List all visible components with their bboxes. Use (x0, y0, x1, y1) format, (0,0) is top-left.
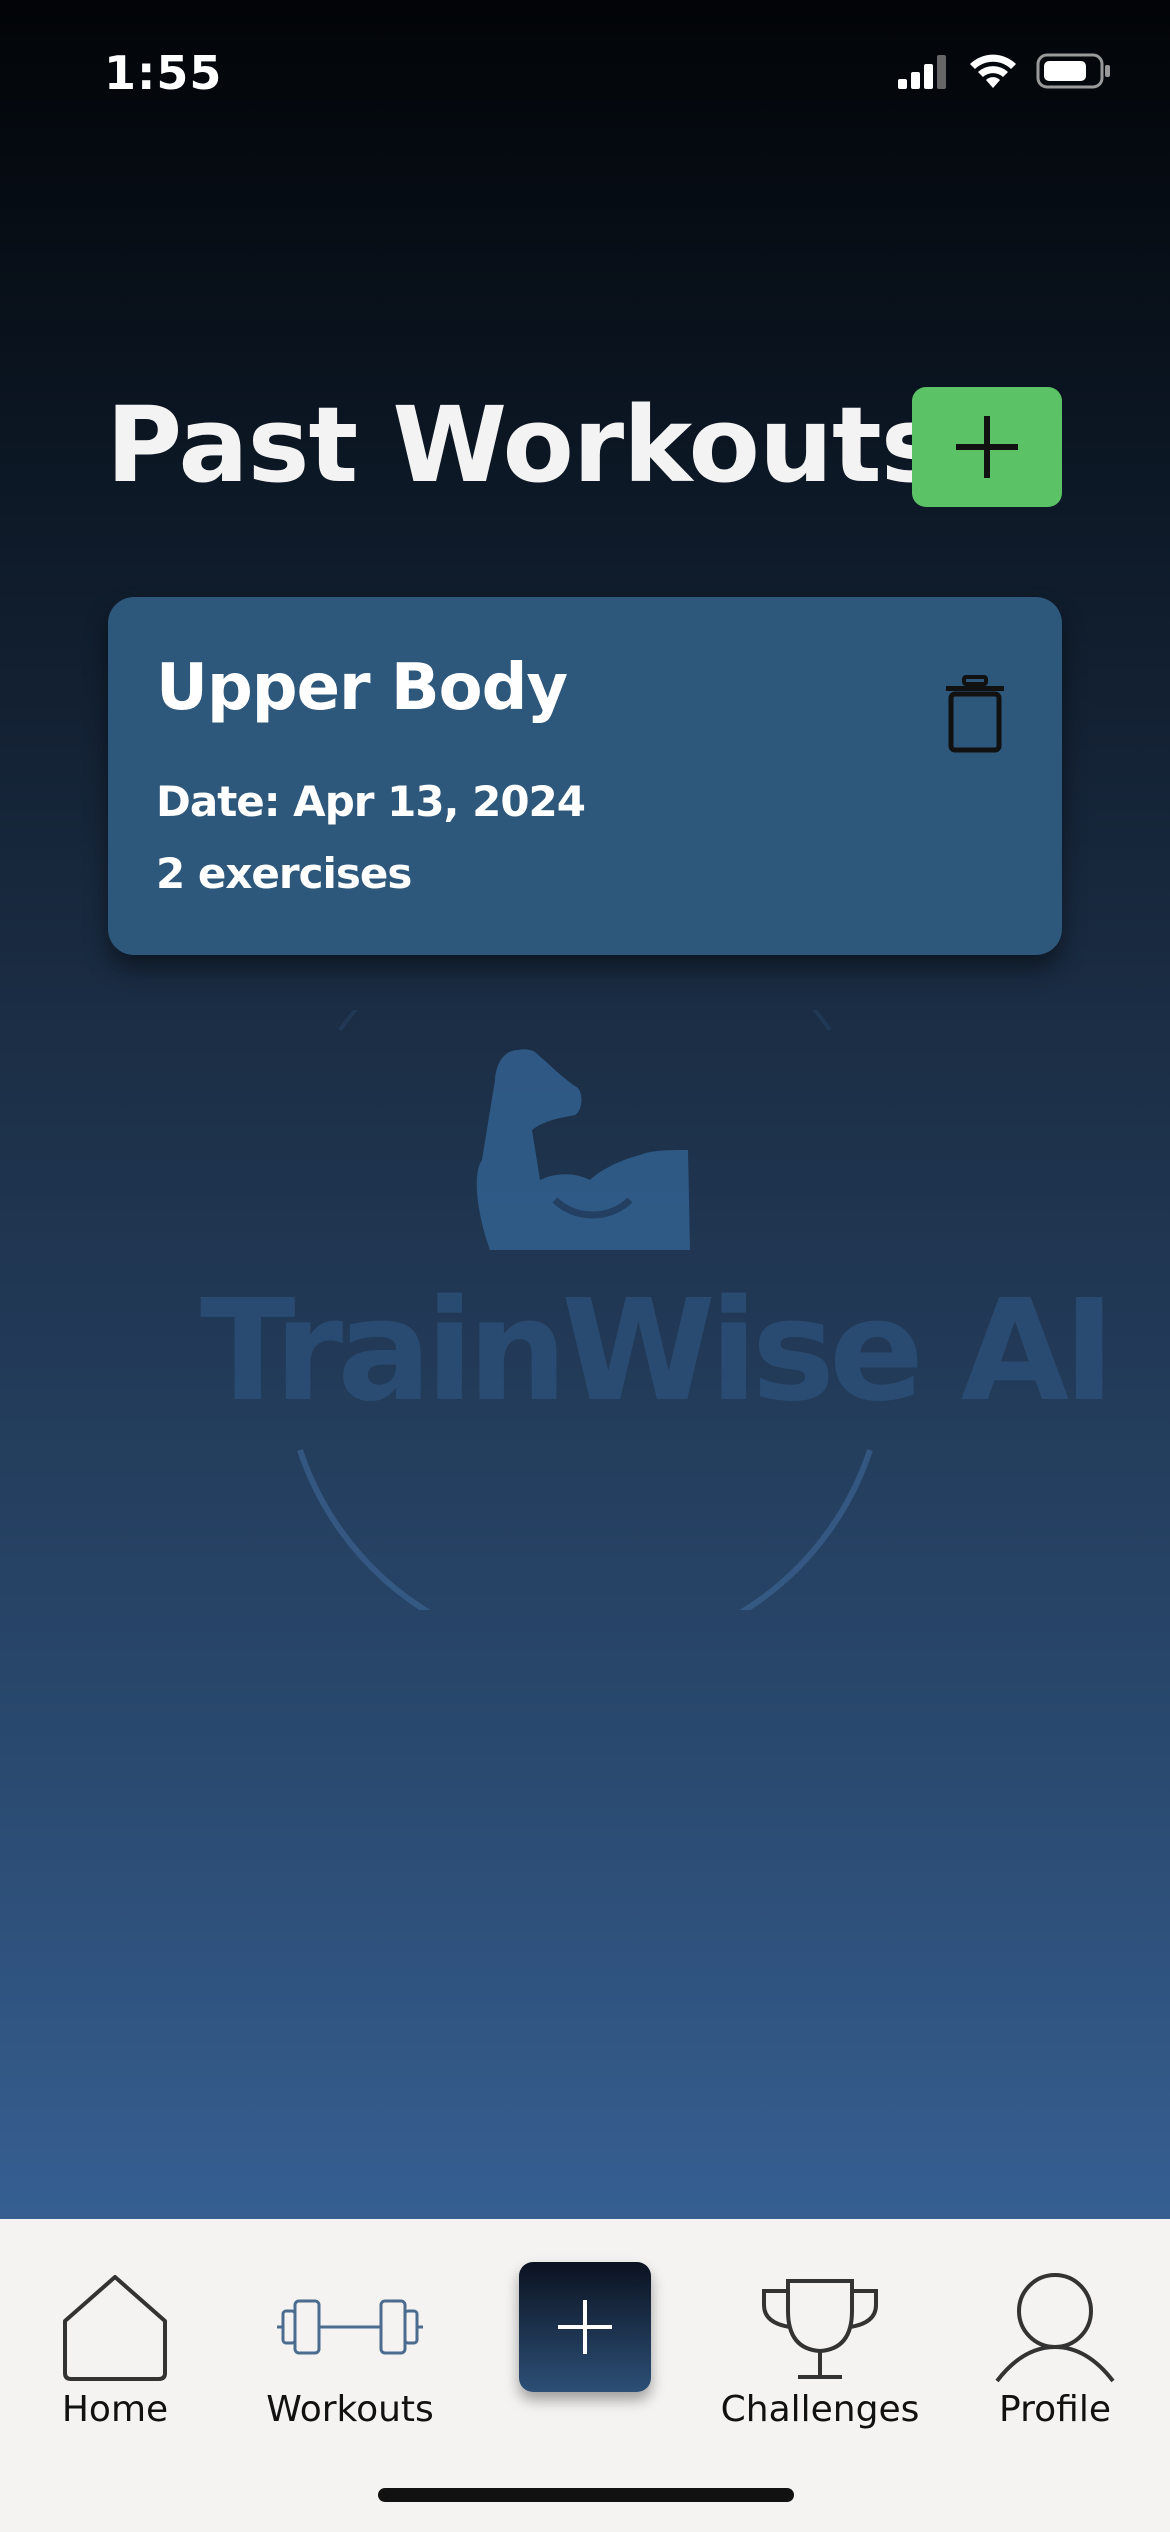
page-title: Past Workouts (106, 384, 943, 506)
nav-profile[interactable]: Profile (975, 2271, 1135, 2430)
trash-icon (946, 675, 1004, 753)
watermark-logo: TrainWise AI (200, 1010, 1115, 1610)
add-workout-button[interactable] (912, 387, 1062, 507)
dumbbell-icon (277, 2299, 423, 2355)
status-icons (898, 52, 1112, 90)
nav-add-button[interactable] (519, 2262, 651, 2392)
battery-icon (1036, 53, 1110, 89)
watermark-text: TrainWise AI (200, 1270, 1115, 1433)
plus-icon (956, 416, 1018, 478)
nav-home-label: Home (61, 2389, 169, 2430)
plus-icon (558, 2300, 612, 2354)
nav-profile-label: Profile (999, 2389, 1111, 2430)
home-indicator (378, 2488, 794, 2502)
home-icon (63, 2275, 167, 2381)
delete-workout-button[interactable] (930, 669, 1020, 759)
user-icon (995, 2273, 1115, 2383)
signal-icon (898, 55, 946, 89)
bottom-nav: Home Workouts Challenges Profile (0, 2219, 1170, 2532)
wifi-icon (970, 54, 1016, 88)
status-bar: 1:55 (0, 0, 1170, 150)
workout-exercise-count: 2 exercises (156, 849, 412, 898)
nav-challenges[interactable]: Challenges (710, 2271, 930, 2430)
trophy-icon (762, 2279, 878, 2379)
workout-card[interactable]: Upper Body Date: Apr 13, 2024 2 exercise… (108, 597, 1062, 955)
nav-workouts-label: Workouts (266, 2389, 434, 2430)
nav-workouts[interactable]: Workouts (255, 2271, 445, 2430)
nav-challenges-label: Challenges (720, 2389, 920, 2430)
status-time: 1:55 (104, 46, 223, 100)
workout-name: Upper Body (156, 651, 568, 725)
nav-home[interactable]: Home (40, 2271, 190, 2430)
workout-date: Date: Apr 13, 2024 (156, 777, 586, 826)
